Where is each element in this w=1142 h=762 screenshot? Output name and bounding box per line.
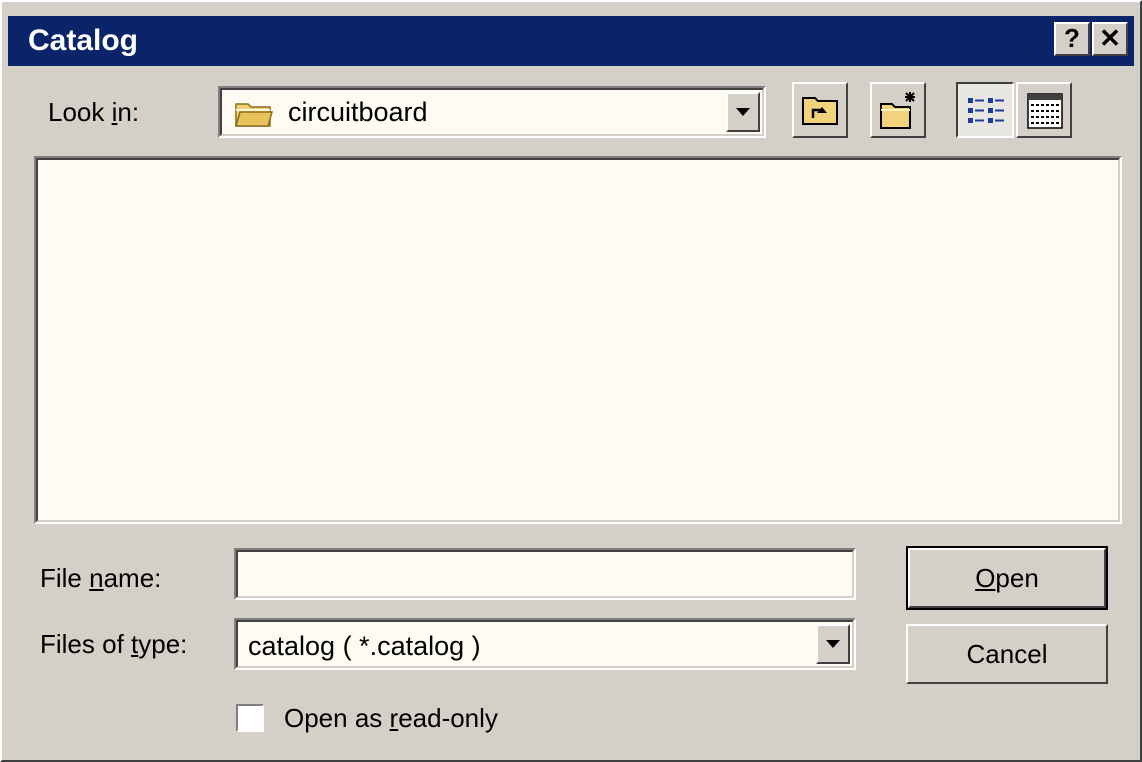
cancel-button[interactable]: Cancel: [906, 624, 1108, 684]
read-only-label[interactable]: Open as read-only: [284, 702, 498, 734]
list-view-button[interactable]: [956, 82, 1014, 138]
look-in-dropdown[interactable]: circuitboard: [218, 86, 766, 138]
details-view-button[interactable]: [1016, 82, 1072, 138]
title-bar[interactable]: Catalog ? ✕: [8, 16, 1134, 66]
open-button[interactable]: Open: [906, 546, 1108, 610]
file-type-dropdown[interactable]: catalog ( *.catalog ): [234, 618, 856, 670]
close-button[interactable]: ✕: [1092, 22, 1128, 56]
file-type-dropdown-arrow[interactable]: [816, 624, 850, 664]
file-list[interactable]: [36, 158, 1120, 522]
look-in-value: circuitboard: [288, 97, 428, 127]
file-type-value: catalog ( *.catalog ): [248, 631, 481, 661]
details-view-icon: [1026, 92, 1064, 135]
read-only-checkbox[interactable]: [236, 704, 264, 732]
up-one-level-button[interactable]: [792, 82, 848, 138]
folder-icon: [234, 98, 274, 133]
create-new-folder-button[interactable]: [870, 82, 926, 138]
file-list-pane[interactable]: [34, 156, 1122, 524]
help-button[interactable]: ?: [1054, 22, 1090, 56]
window-title: Catalog: [28, 24, 139, 57]
file-name-field[interactable]: [234, 548, 856, 600]
new-folder-icon: [878, 90, 920, 135]
up-folder-icon: [801, 92, 839, 133]
chevron-down-icon: [736, 108, 750, 116]
list-view-icon: [966, 94, 1006, 133]
look-in-dropdown-arrow[interactable]: [726, 92, 760, 132]
file-type-label: Files of type:: [40, 629, 188, 659]
file-name-label: File name:: [40, 563, 162, 593]
look-in-label: Look in:: [48, 97, 140, 127]
catalog-dialog: Catalog ? ✕ Look in: circuitboard File n…: [0, 0, 1142, 762]
chevron-down-icon: [826, 640, 840, 648]
